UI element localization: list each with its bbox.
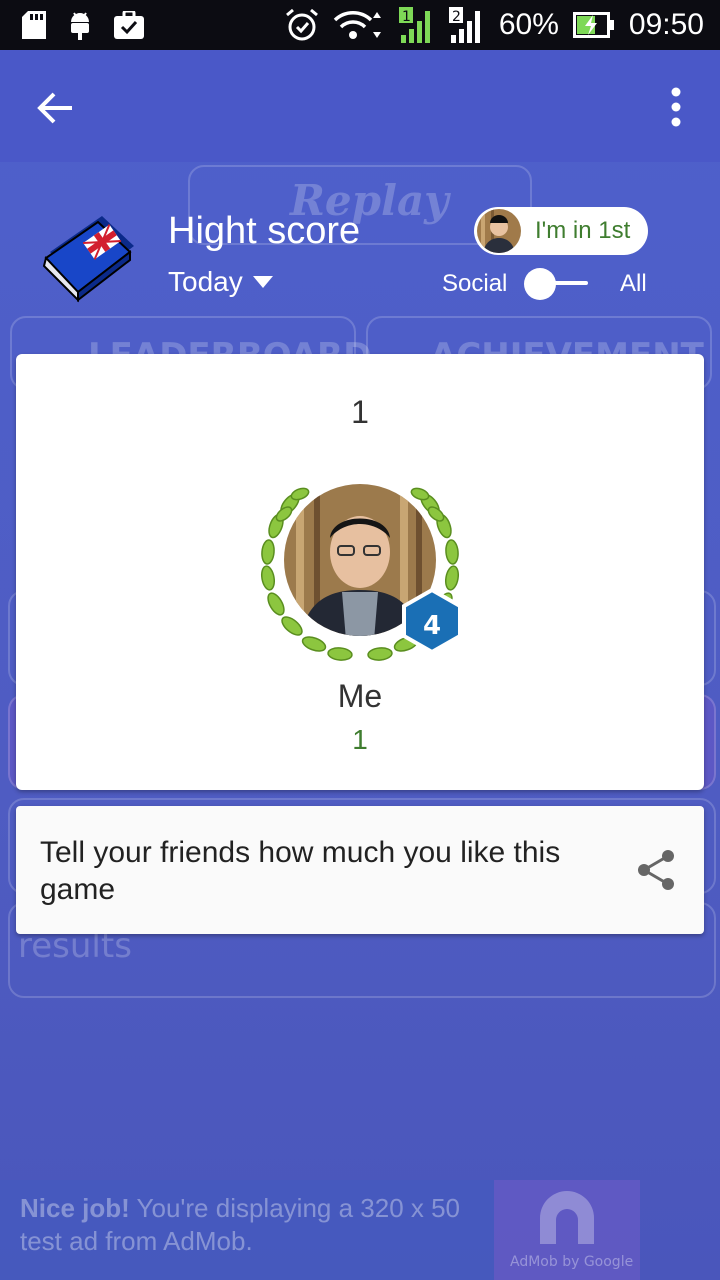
admob-logo-text: AdMob by Google — [510, 1254, 634, 1270]
level-badge-icon: 4 — [402, 587, 462, 655]
all-label: All — [620, 270, 647, 297]
social-all-toggle[interactable] — [524, 268, 588, 300]
entry-player-name: Me — [337, 678, 383, 714]
ad-text: Nice job! You're displaying a 320 x 50 t… — [20, 1192, 490, 1258]
page-title: Hight score — [168, 210, 361, 252]
signal-sim2-icon: 2 — [448, 7, 480, 43]
back-arrow-icon[interactable] — [36, 88, 76, 128]
signal-sim1-icon: 1 — [398, 7, 430, 43]
entry-rank: 1 — [351, 394, 369, 430]
ad-text-bold: Nice job! — [20, 1193, 130, 1223]
android-icon — [71, 12, 89, 40]
app-bar — [0, 50, 720, 162]
alarm-icon — [285, 8, 318, 41]
share-prompt-text: Tell your friends how much you like this… — [40, 836, 561, 906]
my-rank-badge[interactable]: I'm in 1st — [474, 207, 648, 255]
time-filter-label: Today — [168, 266, 243, 297]
sd-card-icon — [22, 11, 46, 39]
dropdown-triangle-icon — [252, 276, 273, 288]
time-filter-dropdown[interactable]: Today — [168, 266, 273, 298]
english-dictionary-book-icon — [42, 216, 134, 303]
entry-score: 1 — [352, 724, 368, 755]
battery-percent: 60% — [498, 8, 559, 41]
my-rank-text: I'm in 1st — [535, 217, 631, 244]
share-icon[interactable] — [634, 848, 678, 892]
svg-text:1: 1 — [402, 9, 411, 25]
task-clipboard-icon — [114, 11, 144, 39]
svg-text:2: 2 — [452, 9, 461, 25]
wifi-icon — [333, 11, 381, 39]
toggle-knob — [524, 268, 556, 300]
admob-icon — [540, 1191, 594, 1244]
clock: 09:50 — [628, 8, 704, 41]
player-avatar-with-laurel-wreath[interactable]: 4 — [250, 464, 470, 670]
social-label: Social — [442, 270, 508, 297]
level-badge-number: 4 — [423, 611, 441, 641]
overflow-menu-icon[interactable] — [664, 86, 688, 128]
battery-charging-icon — [572, 12, 614, 38]
status-bar: 1 2 60% 09:50 — [0, 0, 720, 50]
avatar — [477, 209, 521, 253]
